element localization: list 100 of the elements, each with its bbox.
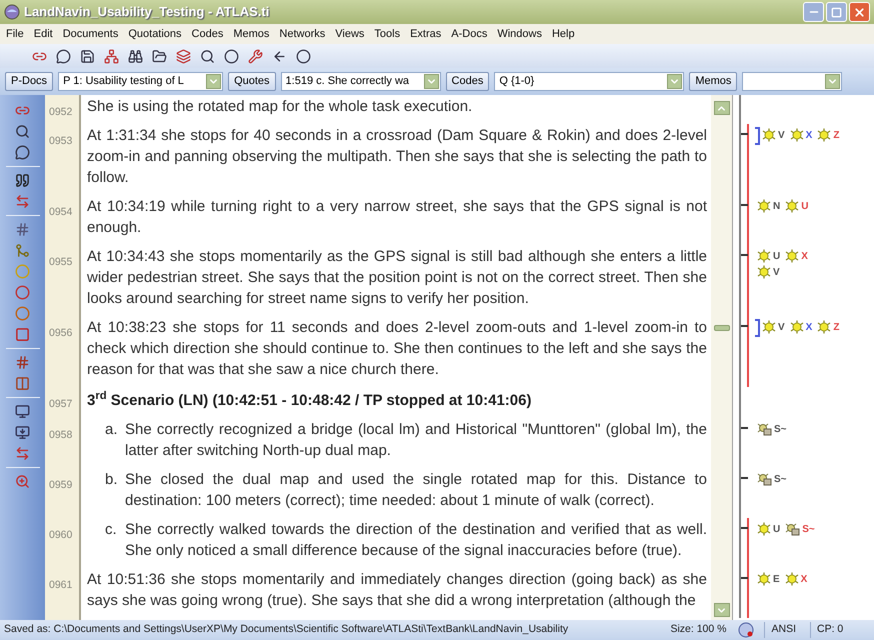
line-number: 0955: [49, 256, 72, 268]
line-number: 0954: [49, 206, 72, 218]
dropdown-field[interactable]: Q {1-0}: [494, 72, 684, 91]
layers-icon[interactable]: [176, 48, 191, 64]
minimize-button[interactable]: [803, 2, 824, 22]
menu-item[interactable]: Edit: [34, 26, 53, 42]
code-label[interactable]: V: [778, 320, 785, 334]
dropdown-field[interactable]: P 1: Usability testing of L: [58, 72, 224, 91]
code-label[interactable]: U: [773, 522, 780, 536]
code-icon: [757, 199, 771, 213]
menu-item[interactable]: Help: [552, 26, 575, 42]
code-icon: [762, 320, 776, 334]
code-label[interactable]: X: [806, 128, 812, 142]
menu-item[interactable]: Extras: [410, 26, 442, 42]
arrows-icon[interactable]: [15, 194, 30, 209]
paragraph: At 10:38:23 she stops for 11 seconds and does 2-level zoom-outs and 1-level zoom-in to check which direction she should continue to. She then continues to the left and she says the reason for that was that she saw a nice church there.: [87, 318, 707, 380]
search-icon[interactable]: [15, 124, 30, 139]
line-number: 0960: [49, 529, 72, 541]
code-icon: [790, 320, 804, 334]
selector-button[interactable]: P-Docs: [5, 72, 54, 91]
wrench-icon[interactable]: [248, 48, 263, 64]
code-family-icon: [785, 522, 800, 536]
bracket-tick: [741, 427, 748, 429]
menu-item[interactable]: Networks: [279, 26, 326, 42]
status-size: Size: 100 %: [670, 622, 726, 638]
scroll-up-button[interactable]: [714, 101, 730, 115]
code-icon: [785, 249, 800, 263]
bracket-tick: [741, 204, 748, 206]
code-icon: [757, 265, 771, 279]
code-label[interactable]: X: [800, 572, 808, 586]
maximize-button[interactable]: [826, 2, 847, 22]
menu-item[interactable]: A-Docs: [451, 26, 488, 42]
line-number: 0953: [49, 135, 72, 147]
paragraph: She is using the rotated map for the whole task execution.: [87, 97, 474, 117]
menu-item[interactable]: Tools: [374, 26, 400, 42]
code-label[interactable]: V: [773, 264, 780, 280]
code-label[interactable]: V: [778, 128, 785, 142]
status-cp: CP: 0: [810, 622, 870, 638]
window-icon[interactable]: [15, 404, 30, 419]
grid-icon[interactable]: [15, 222, 30, 237]
code-label[interactable]: U: [801, 198, 808, 214]
list-marker: a.: [105, 420, 119, 440]
bracket-tick: [741, 254, 748, 256]
line-number: 0952: [49, 106, 72, 118]
status-encoding: ANSI: [764, 622, 796, 638]
code-icon: [817, 320, 832, 334]
window-title: LandNavin_Usability_Testing - ATLAS.ti: [24, 3, 270, 22]
menu-item[interactable]: Codes: [192, 26, 224, 42]
code-label[interactable]: X: [801, 248, 808, 264]
selector-button[interactable]: Quotes: [228, 72, 276, 91]
menu-item[interactable]: Quotations: [128, 26, 182, 42]
code-label[interactable]: E: [773, 572, 780, 586]
code-label[interactable]: Z: [833, 320, 840, 334]
line-number: 0959: [49, 479, 72, 491]
network-icon[interactable]: [104, 48, 119, 64]
close-button[interactable]: [849, 2, 870, 22]
comment-icon[interactable]: [15, 145, 30, 160]
menu-item[interactable]: File: [6, 26, 24, 42]
zoom-icon[interactable]: [15, 474, 30, 489]
code-label[interactable]: Z: [833, 128, 840, 142]
app-icon: [4, 4, 20, 20]
code-label[interactable]: S~: [774, 422, 787, 436]
comment-icon[interactable]: [56, 48, 71, 64]
line-number: 0961: [49, 579, 72, 591]
scroll-thumb[interactable]: [714, 325, 730, 331]
columns-icon[interactable]: [15, 376, 30, 391]
window-down-icon[interactable]: [15, 425, 30, 440]
code-icon: [757, 572, 771, 586]
dropdown-field[interactable]: [742, 72, 842, 91]
selector-button[interactable]: Codes: [446, 72, 490, 91]
swap-icon[interactable]: [15, 446, 30, 461]
code-label[interactable]: X: [806, 320, 812, 334]
list-item-text: She closed the dual map and used the single rotated map for this. Distance to destination: 100 meters (correct); time needed: about 1 minute of walk (correct).: [125, 470, 707, 511]
code-label[interactable]: U: [773, 248, 780, 264]
quote-icon[interactable]: [15, 173, 30, 188]
bracket-tick: [741, 577, 748, 579]
menu-item[interactable]: Documents: [62, 26, 118, 42]
save-icon[interactable]: [80, 48, 95, 64]
search-icon[interactable]: [200, 48, 215, 64]
merge-icon[interactable]: [15, 243, 30, 258]
code-label[interactable]: S~: [802, 522, 815, 536]
menu-item[interactable]: Windows: [497, 26, 542, 42]
line-number: 0957: [49, 398, 72, 410]
scrollbar[interactable]: [711, 95, 733, 620]
menu-item[interactable]: Views: [335, 26, 364, 42]
menu-item[interactable]: Memos: [233, 26, 270, 42]
code-icon: [817, 128, 832, 142]
code-label[interactable]: S~: [774, 472, 787, 486]
dropdown-field[interactable]: 1:519 c. She correctly wa: [280, 72, 441, 91]
selector-button[interactable]: Memos: [689, 72, 738, 91]
folder-icon[interactable]: [152, 48, 167, 64]
line-number: 0958: [49, 429, 72, 441]
bracket-tick: [741, 527, 748, 529]
line-number: 0956: [49, 327, 72, 339]
code-icon: [762, 128, 776, 142]
binoculars-icon[interactable]: [128, 48, 143, 64]
list-marker: b.: [105, 470, 119, 490]
close-icon: [853, 6, 866, 18]
scroll-down-button[interactable]: [714, 603, 730, 617]
code-label[interactable]: N: [773, 198, 780, 214]
